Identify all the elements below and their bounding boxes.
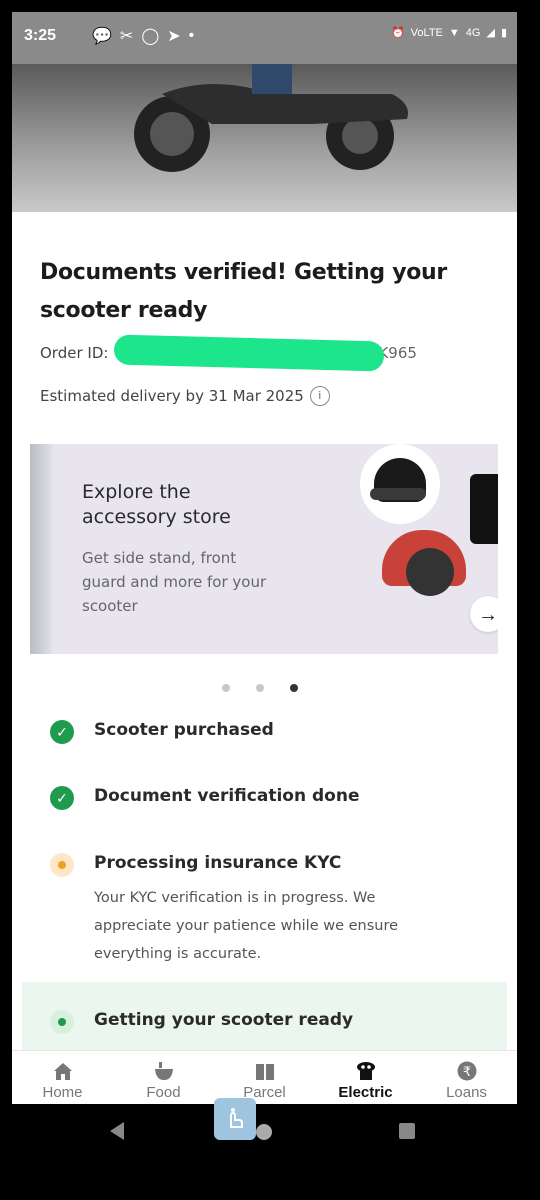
whatsapp-icon: ◯ [141,28,160,45]
nav-loans[interactable]: ₹ Loans [416,1051,517,1104]
nav-label: Food [146,1084,181,1101]
step-description: Your KYC verification is in progress. We… [94,890,399,962]
nav-home[interactable]: Home [12,1051,113,1104]
wifi-icon: ▼ [448,26,460,39]
telegram-icon: ➤ [167,28,181,45]
check-icon: ✓ [50,720,74,744]
step-label: Getting your scooter ready [94,1010,354,1030]
recents-button[interactable] [399,1123,415,1139]
system-icons: ⏰ VoLTE ▼ 4G ◢ ▮ [390,26,507,40]
more-dot-icon: • [188,27,195,44]
check-icon: ✓ [50,786,74,810]
system-navigation-bar [0,1104,540,1200]
banner-subtitle: Get side stand, front guard and more for… [82,549,267,615]
helmet-image [360,444,440,524]
volte-label: VoLTE [410,26,443,39]
rupee-icon: ₹ [456,1061,478,1081]
svg-text:₹: ₹ [462,1065,470,1080]
gesture-icon [230,1108,243,1128]
status-time: 3:25 [24,27,57,44]
scooter-hero-image [12,64,517,212]
nav-label: Loans [446,1084,487,1101]
scooter-illustration [134,64,408,172]
carousel-dot[interactable] [256,684,264,692]
network-label: 4G [465,26,481,39]
step-scooter-purchased: ✓ Scooter purchased [50,720,274,744]
banner-next-button[interactable]: → [470,596,498,632]
tshirt-image [470,474,498,544]
order-id-label: Order ID: [40,344,109,362]
previous-slide-edge [30,444,52,654]
food-icon [153,1061,175,1081]
nav-food[interactable]: Food [113,1051,214,1104]
current-status-icon [50,1010,74,1034]
step-document-verification: ✓ Document verification done [50,786,359,810]
nav-label: Home [42,1084,83,1101]
status-bar: 3:25 💬 ✂ ◯ ➤ • ⏰ VoLTE ▼ 4G ◢ ▮ [12,12,517,64]
pending-status-icon [50,853,74,877]
home-button[interactable] [256,1124,272,1140]
front-guard-image [382,530,468,598]
signal-icon: ◢ [486,27,495,39]
carousel-dot-active[interactable] [290,684,298,692]
nav-label: Electric [338,1084,393,1101]
carousel-dot[interactable] [222,684,230,692]
phone-screen: 3:25 💬 ✂ ◯ ➤ • ⏰ VoLTE ▼ 4G ◢ ▮ Document… [12,12,517,1104]
chat-icon: 💬 [92,28,112,45]
banner-title: Explore the accessory store [82,481,231,528]
nav-parcel[interactable]: Parcel [214,1051,315,1104]
carousel-indicator [222,684,298,692]
step-scooter-ready: Getting your scooter ready [50,1010,353,1034]
step-insurance-kyc: Processing insurance KYC [50,853,341,877]
delivery-estimate: Estimated delivery by 31 Mar 2025 i [40,386,330,406]
step-label: Processing insurance KYC [94,853,342,873]
electric-icon [355,1061,377,1081]
accessibility-button[interactable] [214,1098,256,1140]
battery-icon: ▮ [500,27,507,39]
redaction-mark [113,334,385,372]
app-icon: ✂ [119,28,134,45]
info-icon[interactable]: i [309,386,330,406]
step-label: Document verification done [94,786,360,806]
step-label: Scooter purchased [94,720,274,740]
parcel-icon [254,1061,276,1081]
nav-electric[interactable]: Electric [315,1051,416,1104]
delivery-text: Estimated delivery by 31 Mar 2025 [40,387,304,405]
accessory-banner[interactable]: Explore the accessory store Get side sta… [30,444,498,654]
bottom-navigation: Home Food Parcel Electric ₹ Loans [12,1050,517,1104]
back-button[interactable] [110,1122,124,1140]
alarm-icon: ⏰ [390,27,405,39]
notification-icons: 💬 ✂ ◯ ➤ • [92,26,194,46]
page-title: Documents verified! Getting your scooter… [40,260,447,323]
home-icon [52,1061,74,1081]
